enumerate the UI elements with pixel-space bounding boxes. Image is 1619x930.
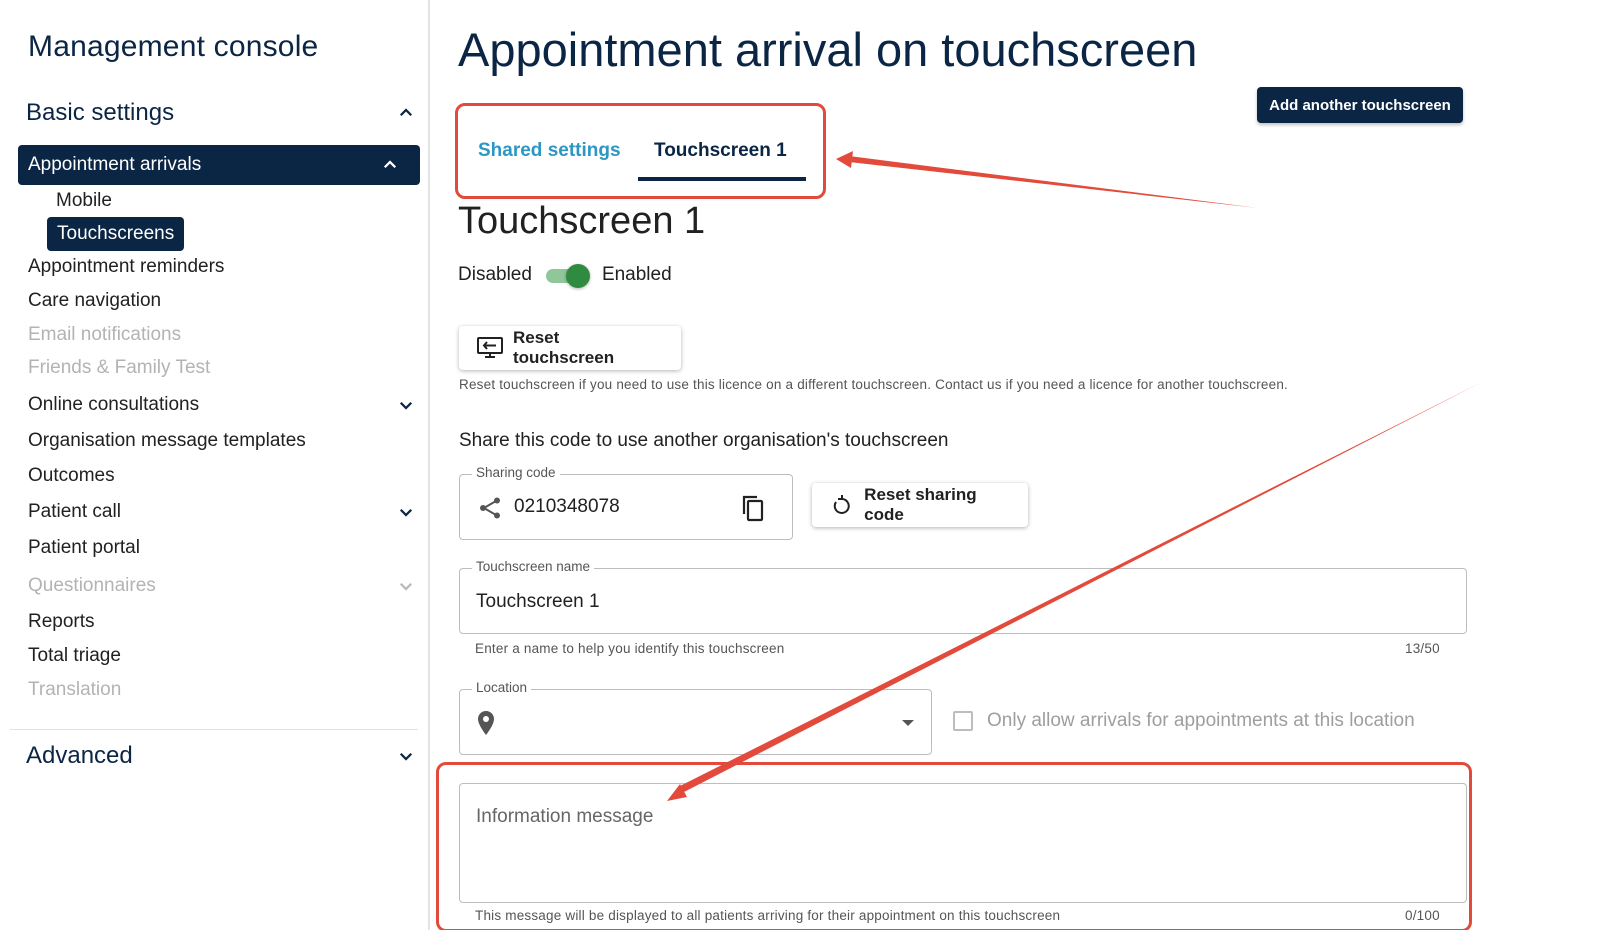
sidebar-item-label: Patient call: [28, 501, 121, 522]
basic-settings-label: Basic settings: [26, 99, 175, 126]
sidebar-item-label: Reports: [28, 611, 95, 632]
chevron-up-icon: [378, 153, 402, 177]
sidebar-item-translation: Translation: [28, 679, 418, 701]
sidebar-item-outcomes[interactable]: Outcomes: [28, 465, 418, 487]
sidebar-item-label: Friends & Family Test: [28, 357, 211, 378]
sidebar-item-questionnaires: Questionnaires: [28, 574, 418, 598]
share-code-heading: Share this code to use another organisat…: [459, 430, 949, 451]
arrow-to-tabs: [836, 151, 1258, 208]
sidebar-item-organisation-message-templates[interactable]: Organisation message templates: [28, 430, 418, 452]
enabled-toggle[interactable]: [544, 263, 590, 288]
sidebar-item-appointment-reminders[interactable]: Appointment reminders: [28, 256, 418, 278]
refresh-icon: [830, 494, 854, 516]
toggle-off-label: Disabled: [458, 264, 532, 285]
only-allow-location-checkbox-row[interactable]: Only allow arrivals for appointments at …: [953, 710, 1415, 732]
sharing-code-value: 0210348078: [514, 496, 620, 517]
sidebar-item-label: Questionnaires: [28, 575, 156, 596]
sidebar-divider: [10, 729, 418, 730]
dropdown-caret-icon: [902, 720, 914, 726]
chevron-up-icon: [394, 101, 418, 125]
touchscreen-name-value: Touchscreen 1: [476, 591, 600, 612]
sidebar-item-reports[interactable]: Reports: [28, 611, 418, 633]
chevron-down-icon: [394, 744, 418, 768]
information-message-counter: 0/100: [1405, 908, 1440, 923]
toggle-on-label: Enabled: [601, 264, 672, 285]
tab-shared-settings[interactable]: Shared settings: [478, 140, 621, 162]
tab-touchscreen-1[interactable]: Touchscreen 1: [654, 140, 787, 162]
sidebar-item-online-consultations[interactable]: Online consultations: [28, 393, 418, 417]
location-label: Location: [472, 680, 532, 695]
sidebar-item-label: Translation: [28, 679, 122, 700]
reset-sharing-code-button[interactable]: Reset sharing code: [812, 483, 1028, 527]
sharing-code-label: Sharing code: [472, 465, 560, 480]
reset-touchscreen-help: Reset touchscreen if you need to use thi…: [459, 377, 1288, 392]
information-message-field[interactable]: Information message: [459, 783, 1467, 903]
sidebar-item-patient-portal[interactable]: Patient portal: [28, 537, 418, 559]
information-message-help: This message will be displayed to all pa…: [475, 908, 1061, 923]
reset-touchscreen-label: Reset touchscreen: [513, 328, 615, 367]
sidebar-item-email-notifications: Email notifications: [28, 324, 418, 346]
sidebar-item-label: Care navigation: [28, 290, 162, 311]
sidebar-item-total-triage[interactable]: Total triage: [28, 645, 418, 667]
reset-sharing-code-label: Reset sharing code: [864, 485, 977, 524]
advanced-label: Advanced: [26, 742, 133, 769]
sidebar-item-label: Total triage: [28, 645, 121, 666]
toggle-thumb: [565, 264, 590, 288]
only-allow-location-checkbox[interactable]: [953, 711, 973, 731]
enabled-toggle-row: Disabled Enabled: [458, 263, 672, 288]
active-tab-indicator: [638, 177, 806, 181]
sidebar-item-label: Online consultations: [28, 394, 200, 415]
sidebar-item-care-navigation[interactable]: Care navigation: [28, 290, 418, 312]
basic-settings-header[interactable]: Basic settings: [26, 95, 418, 131]
chevron-down-icon: [394, 393, 418, 417]
section-title: Touchscreen 1: [458, 200, 706, 242]
sidebar-item-patient-call[interactable]: Patient call: [28, 500, 418, 524]
page-title: Appointment arrival on touchscreen: [458, 23, 1198, 76]
chevron-down-icon: [394, 500, 418, 524]
monitor-reset-icon: [477, 337, 503, 359]
copy-icon[interactable]: [740, 494, 766, 527]
sidebar-item-friends-family-test: Friends & Family Test: [28, 357, 418, 379]
console-title: Management console: [28, 30, 319, 63]
share-icon: [478, 496, 502, 525]
sidebar-item-label: Patient portal: [28, 537, 140, 558]
sharing-code-field[interactable]: Sharing code 0210348078: [459, 465, 793, 540]
location-select[interactable]: Location: [459, 680, 932, 755]
touchscreen-name-counter: 13/50: [1405, 641, 1440, 656]
reset-touchscreen-button[interactable]: Reset touchscreen: [459, 326, 681, 370]
add-another-touchscreen-button[interactable]: Add another touchscreen: [1257, 87, 1463, 123]
information-message-placeholder: Information message: [476, 806, 654, 827]
sidebar: Management console Basic settings Appoin…: [0, 0, 430, 930]
advanced-header[interactable]: Advanced: [26, 738, 418, 774]
sidebar-item-label: Appointment reminders: [28, 256, 225, 277]
sidebar-item-label: Outcomes: [28, 465, 115, 486]
sidebar-item-label: Appointment arrivals: [28, 154, 202, 175]
touchscreen-name-field[interactable]: Touchscreen name Touchscreen 1: [459, 559, 1467, 634]
sidebar-item-appointment-arrivals[interactable]: Appointment arrivals: [18, 145, 420, 185]
touchscreen-name-label: Touchscreen name: [472, 559, 595, 574]
touchscreen-name-help: Enter a name to help you identify this t…: [475, 641, 785, 656]
location-pin-icon: [476, 710, 496, 741]
only-allow-location-label: Only allow arrivals for appointments at …: [987, 710, 1415, 731]
sidebar-subitem-mobile[interactable]: Mobile: [56, 190, 112, 212]
chevron-down-icon: [394, 574, 418, 598]
sidebar-subitem-touchscreens[interactable]: Touchscreens: [47, 217, 185, 251]
tabs-annotation-box: Shared settings Touchscreen 1: [455, 103, 826, 199]
sidebar-item-label: Email notifications: [28, 324, 182, 345]
sidebar-item-label: Organisation message templates: [28, 430, 306, 451]
